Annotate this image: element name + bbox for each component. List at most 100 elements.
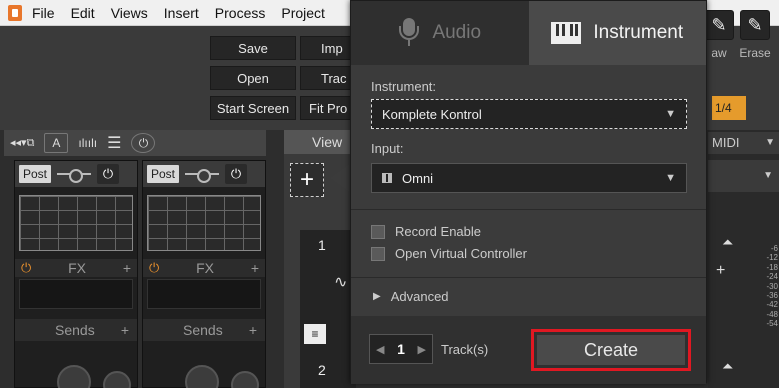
power-icon[interactable]: ⏻ — [131, 133, 156, 153]
meter-tick: -24 — [766, 272, 778, 282]
sends-add-icon[interactable]: + — [121, 322, 129, 338]
power-toggle-icon[interactable]: ⏻ — [225, 164, 248, 184]
advanced-toggle[interactable]: ▶ Advanced — [373, 289, 449, 304]
list-icon[interactable]: ☰ — [107, 133, 121, 153]
instrument-select[interactable]: Komplete Kontrol ▼ — [371, 99, 687, 129]
fx-add-icon[interactable]: + — [251, 260, 259, 276]
eraser-icon: ✎ — [740, 10, 770, 40]
send-knob[interactable] — [231, 371, 259, 388]
fx-row: ⏻ FX + — [143, 259, 265, 277]
app-logo-icon — [8, 4, 22, 21]
menu-process[interactable]: Process — [215, 5, 266, 21]
fx-add-icon[interactable]: + — [123, 260, 131, 276]
send-knob[interactable] — [103, 371, 131, 388]
automation-icon[interactable]: A — [44, 133, 69, 153]
microphone-icon — [398, 18, 420, 48]
meter-tick: -6 — [770, 244, 778, 253]
meter-tick: -42 — [766, 300, 778, 310]
open-virtual-controller-checkbox[interactable] — [371, 246, 385, 261]
open-button[interactable]: Open — [210, 66, 296, 90]
open-virtual-controller-row[interactable]: Open Virtual Controller — [371, 246, 527, 261]
track-button[interactable]: Trac — [300, 66, 356, 90]
sends-add-icon[interactable]: + — [249, 322, 257, 338]
track-list — [300, 230, 356, 388]
divider — [351, 209, 706, 210]
create-button[interactable]: Create — [537, 335, 685, 365]
chevron-down-icon: ▼ — [765, 137, 775, 148]
expand-arrow-icon: ▶ — [373, 291, 381, 302]
chevron-down-icon: ▼ — [665, 108, 676, 120]
input-field-label: Input: — [371, 141, 404, 156]
add-track-button[interactable]: + — [290, 163, 324, 197]
tab-instrument[interactable]: Instrument — [528, 1, 706, 65]
meter-tick: -12 — [766, 253, 778, 263]
menu-file[interactable]: File — [32, 5, 55, 21]
fx-slot[interactable] — [147, 279, 261, 309]
eq-display[interactable] — [147, 195, 261, 251]
draw-tool-label: aw — [711, 46, 727, 60]
power-toggle-icon[interactable]: ⏻ — [97, 164, 120, 184]
instrument-field-label: Instrument: — [371, 79, 437, 94]
add-track-popup: Audio Instrument Instrument: Komplete Ko… — [350, 0, 707, 384]
meter-tick: -30 — [766, 281, 778, 291]
sends-row: Sends + — [15, 319, 137, 341]
pan-slider[interactable] — [57, 169, 92, 183]
waveform-icon[interactable]: ılıılı — [78, 136, 97, 150]
volume-knob[interactable] — [185, 365, 219, 388]
meter-tick: -54 — [766, 319, 778, 329]
add-icon[interactable]: + — [716, 262, 725, 280]
snap-value[interactable]: 1/4 — [712, 96, 746, 120]
fx-label: FX — [196, 260, 214, 276]
post-button[interactable]: Post — [147, 165, 180, 183]
input-select[interactable]: Omni ▼ — [371, 163, 687, 193]
right-row: ▼ — [708, 160, 779, 192]
post-button[interactable]: Post — [19, 165, 52, 183]
tab-instrument-label: Instrument — [593, 22, 684, 43]
track-menu-icon[interactable]: ≡ — [304, 324, 326, 344]
track-number: 2 — [318, 362, 326, 378]
menu-edit[interactable]: Edit — [71, 5, 95, 21]
menu-project[interactable]: Project — [281, 5, 325, 21]
meter-scale: -6 -12 -18 -24 -30 -36 -42 -48 -54 — [758, 244, 778, 329]
midi-input-icon — [382, 173, 392, 183]
track-number: 1 — [318, 237, 326, 253]
fx-slot[interactable] — [19, 279, 133, 309]
eq-display[interactable] — [19, 195, 133, 251]
collapse-up-icon[interactable]: ⏶ — [722, 234, 733, 251]
mixer-header: ◂◂▾⧉ A ılıılı ☰ ⏻ — [4, 130, 266, 156]
instrument-track-icon: ∿ — [334, 274, 348, 291]
volume-knob[interactable] — [57, 365, 91, 388]
collapse-icon[interactable]: ◂◂▾⧉ — [10, 136, 34, 150]
tab-audio-label: Audio — [432, 22, 482, 43]
meter-tick: -36 — [766, 291, 778, 301]
collapse-up-icon[interactable]: ⏶ — [722, 358, 733, 375]
track-count-value: 1 — [397, 341, 405, 357]
midi-selector[interactable]: MIDI ▼ — [708, 132, 779, 154]
import-button[interactable]: Imp — [300, 36, 356, 60]
menu-insert[interactable]: Insert — [164, 5, 199, 21]
menu-views[interactable]: Views — [111, 5, 148, 21]
fx-power-icon[interactable]: ⏻ — [21, 260, 31, 276]
record-enable-checkbox[interactable] — [371, 224, 385, 239]
fit-project-button[interactable]: Fit Pro — [300, 96, 356, 120]
create-button-highlight: Create — [531, 329, 691, 371]
instrument-select-value: Komplete Kontrol — [382, 106, 482, 122]
record-enable-row[interactable]: Record Enable — [371, 224, 481, 239]
input-select-value: Omni — [402, 170, 434, 186]
save-button[interactable]: Save — [210, 36, 296, 60]
mixer-strip: Post ⏻ ⏻ FX + Sends + — [14, 160, 138, 388]
fx-power-icon[interactable]: ⏻ — [149, 260, 159, 276]
chevron-down-icon[interactable]: ▼ — [763, 170, 773, 181]
track-count-stepper[interactable]: ◀ 1 ▶ — [369, 334, 433, 364]
increment-arrow-icon[interactable]: ▶ — [418, 343, 426, 356]
start-screen-button[interactable]: Start Screen — [210, 96, 296, 120]
pan-slider[interactable] — [185, 169, 220, 183]
fx-row: ⏻ FX + — [15, 259, 137, 277]
decrement-arrow-icon[interactable]: ◀ — [376, 343, 384, 356]
tab-audio[interactable]: Audio — [351, 1, 529, 65]
view-tab[interactable]: View — [284, 130, 354, 154]
pencil-icon: ✎ — [704, 10, 734, 40]
erase-tool[interactable]: ✎ Erase — [736, 10, 774, 70]
erase-tool-label: Erase — [739, 46, 771, 60]
popup-pointer — [330, 162, 352, 194]
